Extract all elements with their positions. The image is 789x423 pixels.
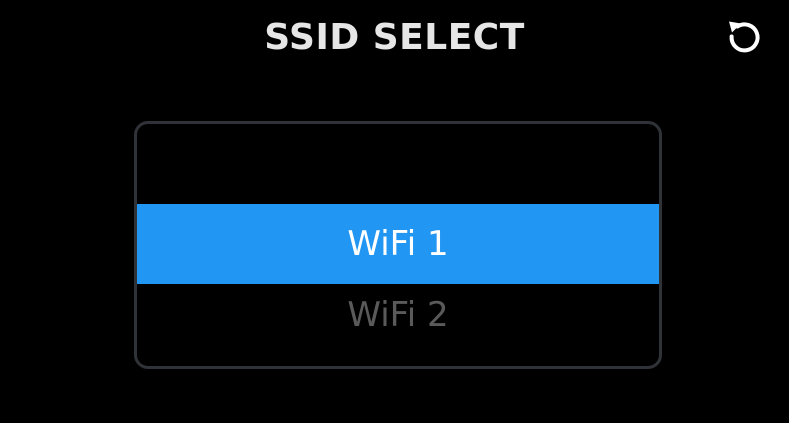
- rotate-back-icon: [729, 21, 760, 53]
- ssid-select-screen: SSID SELECT WiFi 1 WiFi 2: [0, 0, 789, 423]
- page-title: SSID SELECT: [264, 17, 525, 58]
- list-item-wifi-1[interactable]: WiFi 1: [137, 204, 659, 284]
- back-button[interactable]: [722, 14, 766, 58]
- ssid-list[interactable]: WiFi 1 WiFi 2: [134, 121, 662, 369]
- list-item-wifi-2[interactable]: WiFi 2: [137, 284, 659, 364]
- list-item[interactable]: [137, 124, 659, 204]
